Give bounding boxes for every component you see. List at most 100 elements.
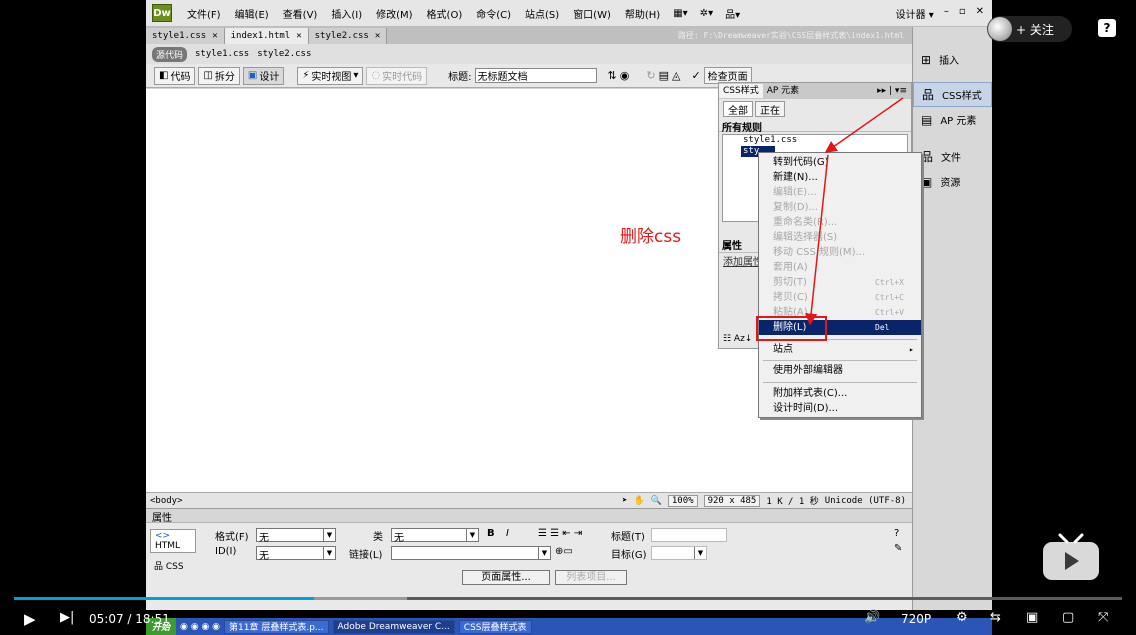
id-select[interactable]: 无 ▼ (256, 546, 336, 562)
class-select[interactable]: 无 ▼ (391, 528, 479, 544)
live-view-button[interactable]: ⚡ 实时视图 ▾ (297, 66, 364, 85)
danmaku-off-icon[interactable]: ⇆ (990, 610, 1001, 625)
menu-item-duplicate[interactable]: 复制(D)... (759, 200, 921, 215)
panel-ap-label: AP 元素 (940, 116, 977, 127)
menu-item-new[interactable]: 新建(N)... (759, 170, 921, 185)
workspace-switcher[interactable]: 设计器 ▾ (896, 6, 934, 21)
split-view-button[interactable]: ◫ 拆分 (198, 66, 240, 85)
point-to-file-icon[interactable]: ⊕▭ (555, 546, 573, 557)
fullscreen-icon[interactable]: ⤧ (1098, 610, 1108, 625)
help-icon[interactable]: ? (1098, 19, 1116, 37)
source-code-button[interactable]: 源代码 (152, 46, 188, 62)
zoom-select[interactable]: 100% (667, 494, 698, 507)
menu-item-attach-stylesheet[interactable]: 附加样式表(C)... (759, 386, 921, 401)
bold-button[interactable]: B (487, 528, 495, 539)
list-buttons-icon[interactable]: ☰ ☰ ⇤ ⇥ (538, 528, 582, 539)
menu-item-rename-class[interactable]: 重命名类(R)... (759, 215, 921, 230)
refresh-icon[interactable]: ↻ (646, 69, 655, 82)
close-icon[interactable]: ✕ (212, 31, 217, 41)
design-view-button[interactable]: ▣ 设计 (242, 66, 285, 85)
help-icon[interactable]: ? (894, 528, 899, 539)
css-mode-button[interactable]: 品 CSS (150, 558, 196, 573)
view-toggle-icon[interactable]: ☷ Az↓ (723, 334, 752, 344)
menu-format[interactable]: 格式(O) (420, 6, 470, 21)
panel-css-styles[interactable]: 品 CSS样式 (913, 82, 992, 107)
panel-assets[interactable]: ▣ 资源 (913, 169, 992, 194)
panel-files[interactable]: 品文件 (913, 144, 992, 169)
widescreen-icon[interactable]: ▢ (1062, 610, 1074, 625)
current-mode-button[interactable]: 正在 (755, 101, 785, 117)
extend-icon[interactable]: ✲▾ (694, 8, 719, 19)
menu-item-site[interactable]: 站点 ▸ (759, 342, 921, 357)
menu-insert[interactable]: 插入(I) (324, 6, 369, 21)
menu-commands[interactable]: 命令(C) (469, 6, 518, 21)
menu-item-cut[interactable]: 剪切(T) Ctrl+X (759, 275, 921, 290)
live-code-button[interactable]: ◌ 实时代码 (366, 66, 428, 85)
close-icon[interactable]: ✕ (976, 6, 984, 21)
play-icon[interactable]: ▶ (24, 610, 36, 628)
close-icon[interactable]: ✕ (296, 31, 301, 41)
menu-item-move-css[interactable]: 移动 CSS 规则(M)... (759, 245, 921, 260)
tab-css-styles[interactable]: CSS样式 (719, 84, 763, 98)
format-select[interactable]: 无 ▼ (256, 528, 336, 544)
tab-ap-elements[interactable]: AP 元素 (763, 84, 803, 98)
title-input[interactable] (474, 68, 597, 83)
chevron-down-icon[interactable]: ▾ (353, 70, 358, 81)
follow-button[interactable]: + 关注 (987, 16, 1072, 42)
hand-tool-icon[interactable]: ✋ (633, 496, 644, 506)
menu-edit[interactable]: 编辑(E) (228, 6, 276, 21)
related-file-style1[interactable]: style1.css (195, 49, 249, 59)
menu-window[interactable]: 窗口(W) (566, 6, 618, 21)
link-input[interactable]: ▼ (391, 546, 551, 560)
window-size-select[interactable]: 920 x 485 (703, 494, 761, 507)
view-options-icon[interactable]: ▤ (659, 69, 669, 82)
rule-style1[interactable]: style1.css (743, 135, 907, 146)
tag-selector[interactable]: <body> (150, 496, 183, 506)
italic-button[interactable]: I (506, 528, 509, 539)
menu-help[interactable]: 帮助(H) (618, 6, 667, 21)
menu-item-external-editor[interactable]: 使用外部编辑器 (759, 363, 921, 378)
tab-index1[interactable]: index1.html ✕ (224, 28, 309, 44)
page-properties-button[interactable]: 页面属性... (462, 570, 550, 585)
menu-item-design-time[interactable]: 设计时间(D)... (759, 401, 921, 416)
menu-file[interactable]: 文件(F) (180, 6, 228, 21)
close-icon[interactable]: ✕ (375, 31, 380, 41)
related-file-style2[interactable]: style2.css (257, 49, 311, 59)
validate-icon[interactable]: ✓ (691, 69, 700, 82)
site-icon[interactable]: 品▾ (719, 6, 746, 21)
menu-item-edit-selector[interactable]: 编辑选择器(S) (759, 230, 921, 245)
next-icon[interactable]: ▶| (60, 610, 74, 625)
menu-modify[interactable]: 修改(M) (369, 6, 419, 21)
list-item-button[interactable]: 列表项目... (555, 570, 627, 585)
html-mode-button[interactable]: <> HTML (150, 529, 196, 553)
code-view-button[interactable]: ◧ 代码 (154, 66, 196, 85)
menu-item-goto-code[interactable]: 转到代码(G) (759, 155, 921, 170)
select-tool-icon[interactable]: ➤ (622, 496, 627, 506)
quality-select[interactable]: 720P (901, 612, 931, 626)
panel-menu-icon[interactable]: ▸▸ | ▾≡ (877, 86, 911, 96)
panel-insert[interactable]: ⊞ 插入 (913, 47, 992, 72)
panel-ap-elements[interactable]: ▤ AP 元素 (913, 107, 992, 132)
menu-item-copy[interactable]: 拷贝(C) Ctrl+C (759, 290, 921, 305)
target-select[interactable]: ▼ (651, 546, 707, 560)
quick-tag-icon[interactable]: ✎ (894, 543, 902, 554)
minimize-icon[interactable]: – (944, 6, 949, 21)
tab-style1[interactable]: style1.css ✕ (146, 28, 225, 44)
menu-item-apply[interactable]: 套用(A) (759, 260, 921, 275)
title-field[interactable] (651, 528, 727, 542)
restore-icon[interactable]: ▫ (959, 6, 966, 21)
progress-bar[interactable] (14, 597, 1122, 600)
settings-icon[interactable]: ⚙ (956, 610, 968, 625)
menu-site[interactable]: 站点(S) (518, 6, 566, 21)
preview-browser-icon[interactable]: ◉ (620, 69, 630, 82)
menu-item-edit[interactable]: 编辑(E)... (759, 185, 921, 200)
file-management-icon[interactable]: ⇅ (608, 69, 617, 82)
layout-icon[interactable]: ▦▾ (667, 8, 693, 19)
pip-icon[interactable]: ▣ (1026, 610, 1038, 625)
zoom-tool-icon[interactable]: 🔍 (651, 496, 662, 506)
visual-aids-icon[interactable]: ◬ (672, 69, 680, 82)
menu-view[interactable]: 查看(V) (276, 6, 325, 21)
tab-style2[interactable]: style2.css ✕ (308, 28, 388, 44)
all-mode-button[interactable]: 全部 (723, 101, 753, 117)
volume-icon[interactable]: 🔊 (864, 610, 880, 625)
